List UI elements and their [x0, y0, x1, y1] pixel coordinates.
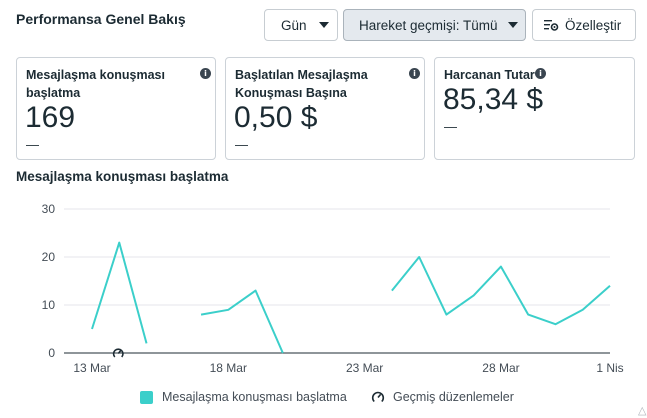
customize-button[interactable]: Özelleştir: [532, 9, 636, 41]
metric-card-cost-per-conversation: Başlatılan Mesajlaşma Konuşması Başına i…: [225, 57, 425, 160]
line-chart: 0 10 20 30 13 Mar 18 Mar 23 Mar 28 Mar 1 Nis: [42, 202, 624, 375]
card-delta: —: [444, 119, 457, 134]
chevron-down-icon: [507, 22, 518, 28]
x-tick-label: 13 Mar: [73, 361, 110, 375]
history-dropdown[interactable]: Hareket geçmişi: Tümü: [343, 9, 526, 41]
x-tick-label: 23 Mar: [346, 361, 383, 375]
page-title: Performansa Genel Bakış: [16, 11, 186, 27]
y-tick-label: 0: [48, 346, 55, 360]
card-delta: —: [235, 137, 248, 152]
series-line: [91, 241, 148, 344]
legend-series[interactable]: Mesajlaşma konuşması başlatma: [140, 390, 347, 404]
info-icon[interactable]: i: [200, 68, 211, 79]
card-delta: —: [26, 137, 39, 152]
chart-title: Mesajlaşma konuşması başlatma: [16, 169, 229, 184]
customize-icon: [544, 19, 559, 31]
period-dropdown[interactable]: Gün: [264, 9, 338, 41]
legend-history-label: Geçmiş düzenlemeler: [393, 390, 514, 404]
x-tick-label: 28 Mar: [482, 361, 519, 375]
x-tick-label: 1 Nis: [596, 361, 623, 375]
chevron-down-icon: [318, 22, 329, 28]
card-label: Harcanan Tutar: [444, 68, 535, 82]
series-line: [200, 289, 284, 354]
card-label: Mesajlaşma konuşması başlatma: [26, 68, 165, 100]
card-value: 169: [25, 101, 76, 134]
metric-card-conversations: Mesajlaşma konuşması başlatma i 169 —: [16, 57, 216, 160]
period-dropdown-label: Gün: [281, 17, 307, 33]
info-icon[interactable]: i: [535, 68, 546, 79]
legend-series-label: Mesajlaşma konuşması başlatma: [162, 390, 347, 404]
info-icon[interactable]: i: [409, 68, 420, 79]
y-tick-label: 30: [42, 202, 56, 216]
history-dropdown-label: Hareket geçmişi: Tümü: [359, 17, 498, 33]
card-value: 0,50 $: [234, 101, 318, 134]
x-tick-label: 18 Mar: [210, 361, 247, 375]
history-edit-icon: [371, 391, 385, 403]
metric-card-amount-spent: Harcanan Tutar i 85,34 $ —: [434, 57, 635, 160]
y-tick-label: 20: [42, 250, 56, 264]
legend-history[interactable]: Geçmiş düzenlemeler: [371, 390, 514, 404]
y-tick-label: 10: [42, 298, 56, 312]
series-line: [391, 256, 611, 326]
legend-swatch: [140, 390, 153, 404]
customize-label: Özelleştir: [565, 17, 622, 33]
resize-handle-icon[interactable]: △: [638, 404, 646, 417]
card-label: Başlatılan Mesajlaşma Konuşması Başına: [235, 68, 368, 100]
card-value: 85,34 $: [443, 83, 544, 116]
